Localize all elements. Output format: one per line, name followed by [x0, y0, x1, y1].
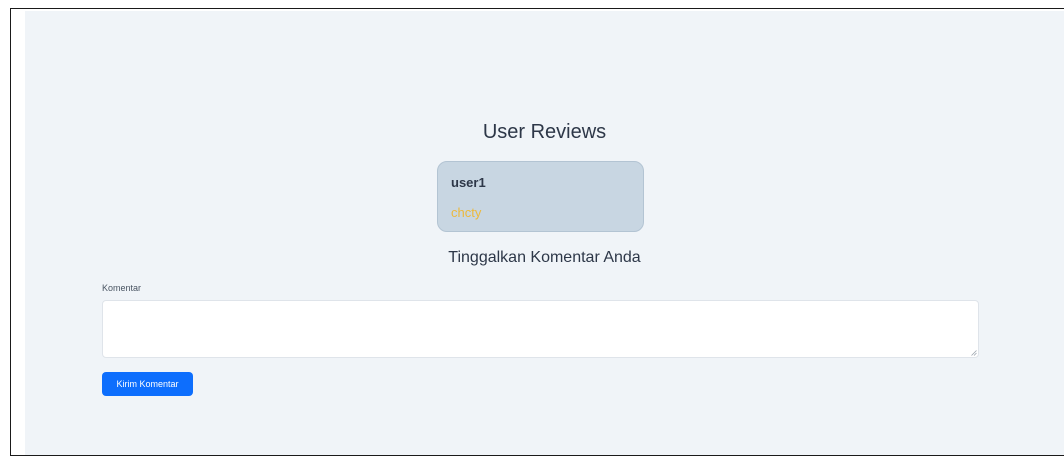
comment-label: Komentar — [102, 283, 142, 293]
review-username: user1 — [451, 175, 486, 190]
reviews-heading: User Reviews — [482, 121, 607, 143]
submit-comment-button[interactable]: Kirim Komentar — [102, 372, 193, 396]
review-card: user1 chcty — [437, 161, 644, 232]
screenshot-frame: User Reviews user1 chcty Tinggalkan Kome… — [10, 8, 1064, 456]
review-text: chcty — [451, 205, 482, 220]
resize-handle-icon[interactable] — [971, 350, 977, 356]
page-content: User Reviews user1 chcty Tinggalkan Kome… — [25, 11, 1064, 455]
comment-form-heading: Tinggalkan Komentar Anda — [448, 249, 641, 266]
comment-textarea[interactable] — [102, 300, 979, 358]
